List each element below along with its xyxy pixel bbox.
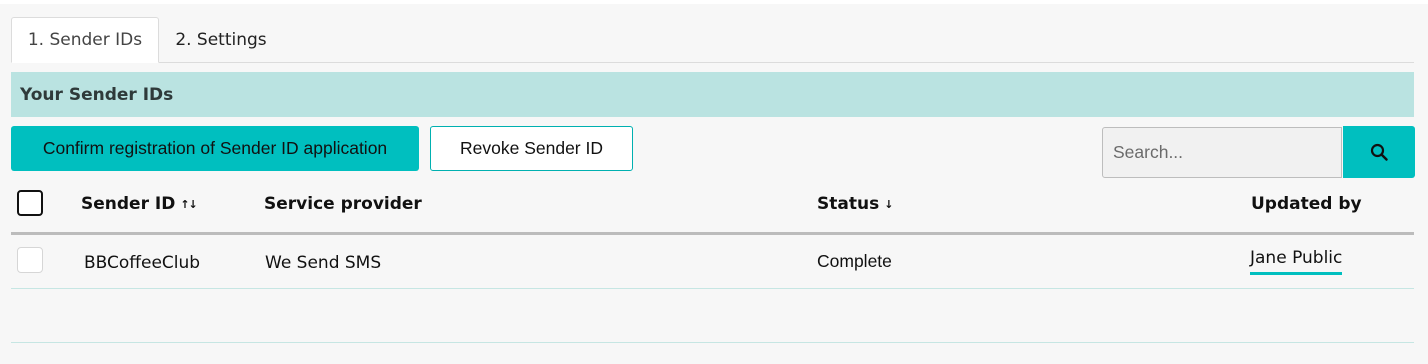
column-label: Service provider <box>264 194 422 214</box>
column-label: Status <box>817 194 880 214</box>
search-input[interactable] <box>1102 127 1342 178</box>
column-label: Updated by <box>1251 194 1362 214</box>
search-button[interactable] <box>1343 126 1415 178</box>
column-header-updated-by: Updated by <box>1251 194 1362 214</box>
tab-sender-ids[interactable]: 1. Sender IDs <box>11 17 159 63</box>
select-all-checkbox[interactable] <box>17 190 43 216</box>
column-label: Sender ID <box>81 194 176 214</box>
tab-settings[interactable]: 2. Settings <box>161 17 281 63</box>
sort-descending-icon: ↓ <box>884 197 893 211</box>
sort-both-icon: ↑↓ <box>180 197 197 211</box>
tab-bar: 1. Sender IDs 2. Settings <box>11 17 1414 63</box>
column-header-sender-id[interactable]: Sender ID ↑↓ <box>81 194 198 214</box>
revoke-sender-id-button[interactable]: Revoke Sender ID <box>430 126 633 171</box>
confirm-registration-button[interactable]: Confirm registration of Sender ID applic… <box>11 126 419 171</box>
cell-sender-id: BBCoffeeClub <box>84 253 201 273</box>
column-header-status[interactable]: Status ↓ <box>817 194 893 214</box>
column-header-service-provider: Service provider <box>264 194 422 214</box>
updated-by-link[interactable]: Jane Public <box>1250 248 1343 275</box>
sender-id-panel: 1. Sender IDs 2. Settings Your Sender ID… <box>0 4 1428 364</box>
search-icon <box>1370 143 1388 161</box>
cell-service-provider: We Send SMS <box>265 253 382 273</box>
header-divider <box>11 232 1414 235</box>
section-title: Your Sender IDs <box>11 72 1414 117</box>
row-divider <box>11 288 1414 289</box>
row-checkbox[interactable] <box>17 247 43 273</box>
cell-status: Complete <box>817 251 892 271</box>
table-footer-divider <box>11 342 1414 343</box>
